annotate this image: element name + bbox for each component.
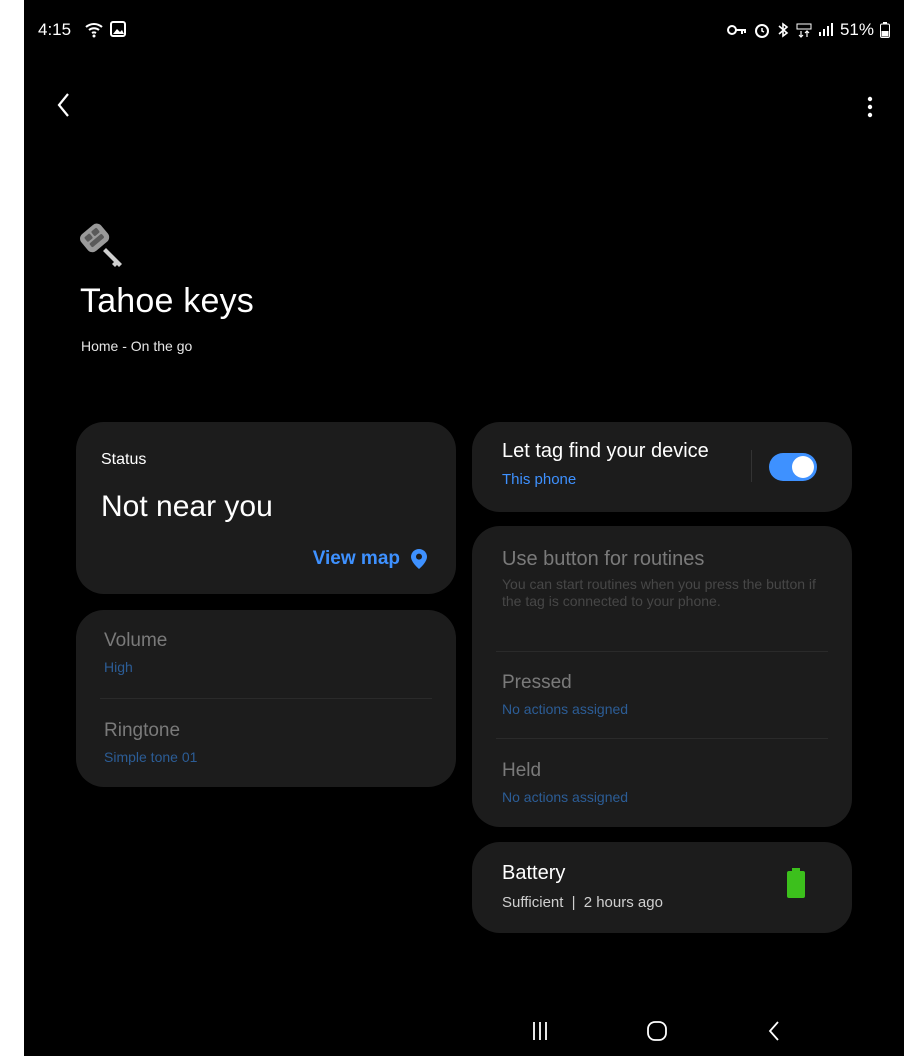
routines-description: You can start routines when you press th… — [502, 576, 816, 609]
pressed-title: Pressed — [502, 672, 572, 693]
ringtone-row[interactable]: Ringtone Simple tone 01 — [104, 720, 428, 765]
signal-icon — [818, 23, 833, 36]
alarm-icon — [754, 24, 769, 38]
nav-back-icon — [768, 1021, 779, 1041]
status-card[interactable]: Status Not near you View map — [76, 422, 456, 594]
page-title: Tahoe keys — [80, 282, 254, 320]
volume-row[interactable]: Volume High — [104, 630, 428, 675]
back-button[interactable] — [52, 88, 80, 122]
battery-icon — [880, 22, 890, 38]
view-map-button[interactable]: View map — [313, 548, 428, 570]
volume-title: Volume — [104, 630, 168, 651]
wifi-icon — [85, 23, 103, 38]
battery-separator: | — [571, 894, 576, 911]
chevron-left-icon — [57, 93, 69, 117]
tag-battery-icon — [787, 868, 805, 898]
phone-screen: 4:15 51% Tahoe keys Home - On the go Sta… — [24, 0, 904, 1056]
divider — [496, 651, 828, 652]
battery-status: Sufficient — [502, 894, 564, 911]
car-key-icon — [80, 223, 122, 267]
held-value: No actions assigned — [502, 789, 629, 805]
find-device-title: Let tag find your device — [502, 440, 709, 462]
find-device-card[interactable]: Let tag find your device This phone — [472, 422, 852, 512]
more-vertical-icon — [867, 96, 873, 118]
recent-apps-button[interactable] — [520, 1014, 560, 1048]
gallery-icon — [110, 21, 126, 37]
home-button[interactable] — [637, 1014, 677, 1048]
held-title: Held — [502, 760, 542, 781]
battery-title: Battery — [502, 862, 566, 884]
more-options-button[interactable] — [860, 90, 880, 124]
battery-card[interactable]: Battery Sufficient | 2 hours ago — [472, 842, 852, 933]
held-row[interactable]: Held No actions assigned — [502, 760, 824, 805]
home-icon — [647, 1021, 667, 1041]
divider — [496, 738, 828, 739]
pressed-value: No actions assigned — [502, 701, 629, 717]
lte-icon — [796, 23, 812, 38]
vpn-key-icon — [726, 25, 746, 35]
sound-settings-card: Volume High Ringtone Simple tone 01 — [76, 610, 456, 787]
pressed-row[interactable]: Pressed No actions assigned — [502, 672, 824, 717]
volume-value: High — [104, 659, 133, 675]
status-label: Status — [101, 451, 147, 468]
battery-updated: 2 hours ago — [583, 894, 663, 911]
navigation-bar — [24, 1008, 904, 1056]
divider — [100, 698, 432, 699]
routines-card: Use button for routines You can start ro… — [472, 526, 852, 827]
ringtone-title: Ringtone — [104, 720, 181, 741]
page-subtitle: Home - On the go — [81, 338, 193, 354]
find-device-subtitle: This phone — [502, 471, 577, 488]
battery-percent: 51% — [839, 20, 874, 39]
routines-title: Use button for routines — [502, 548, 705, 570]
battery-subtitle: Sufficient | 2 hours ago — [502, 894, 663, 911]
bluetooth-icon — [778, 22, 789, 38]
view-map-label: View map — [312, 548, 400, 569]
ringtone-value: Simple tone 01 — [104, 749, 198, 765]
toggle-knob — [792, 456, 814, 478]
status-bar: 4:15 51% — [24, 0, 904, 62]
find-device-toggle[interactable] — [769, 453, 817, 481]
status-time: 4:15 — [38, 20, 72, 39]
status-value: Not near you — [101, 490, 273, 523]
recent-apps-icon — [533, 1022, 547, 1040]
vertical-divider — [751, 450, 752, 482]
nav-back-button[interactable] — [754, 1014, 794, 1048]
location-pin-icon — [411, 549, 427, 569]
